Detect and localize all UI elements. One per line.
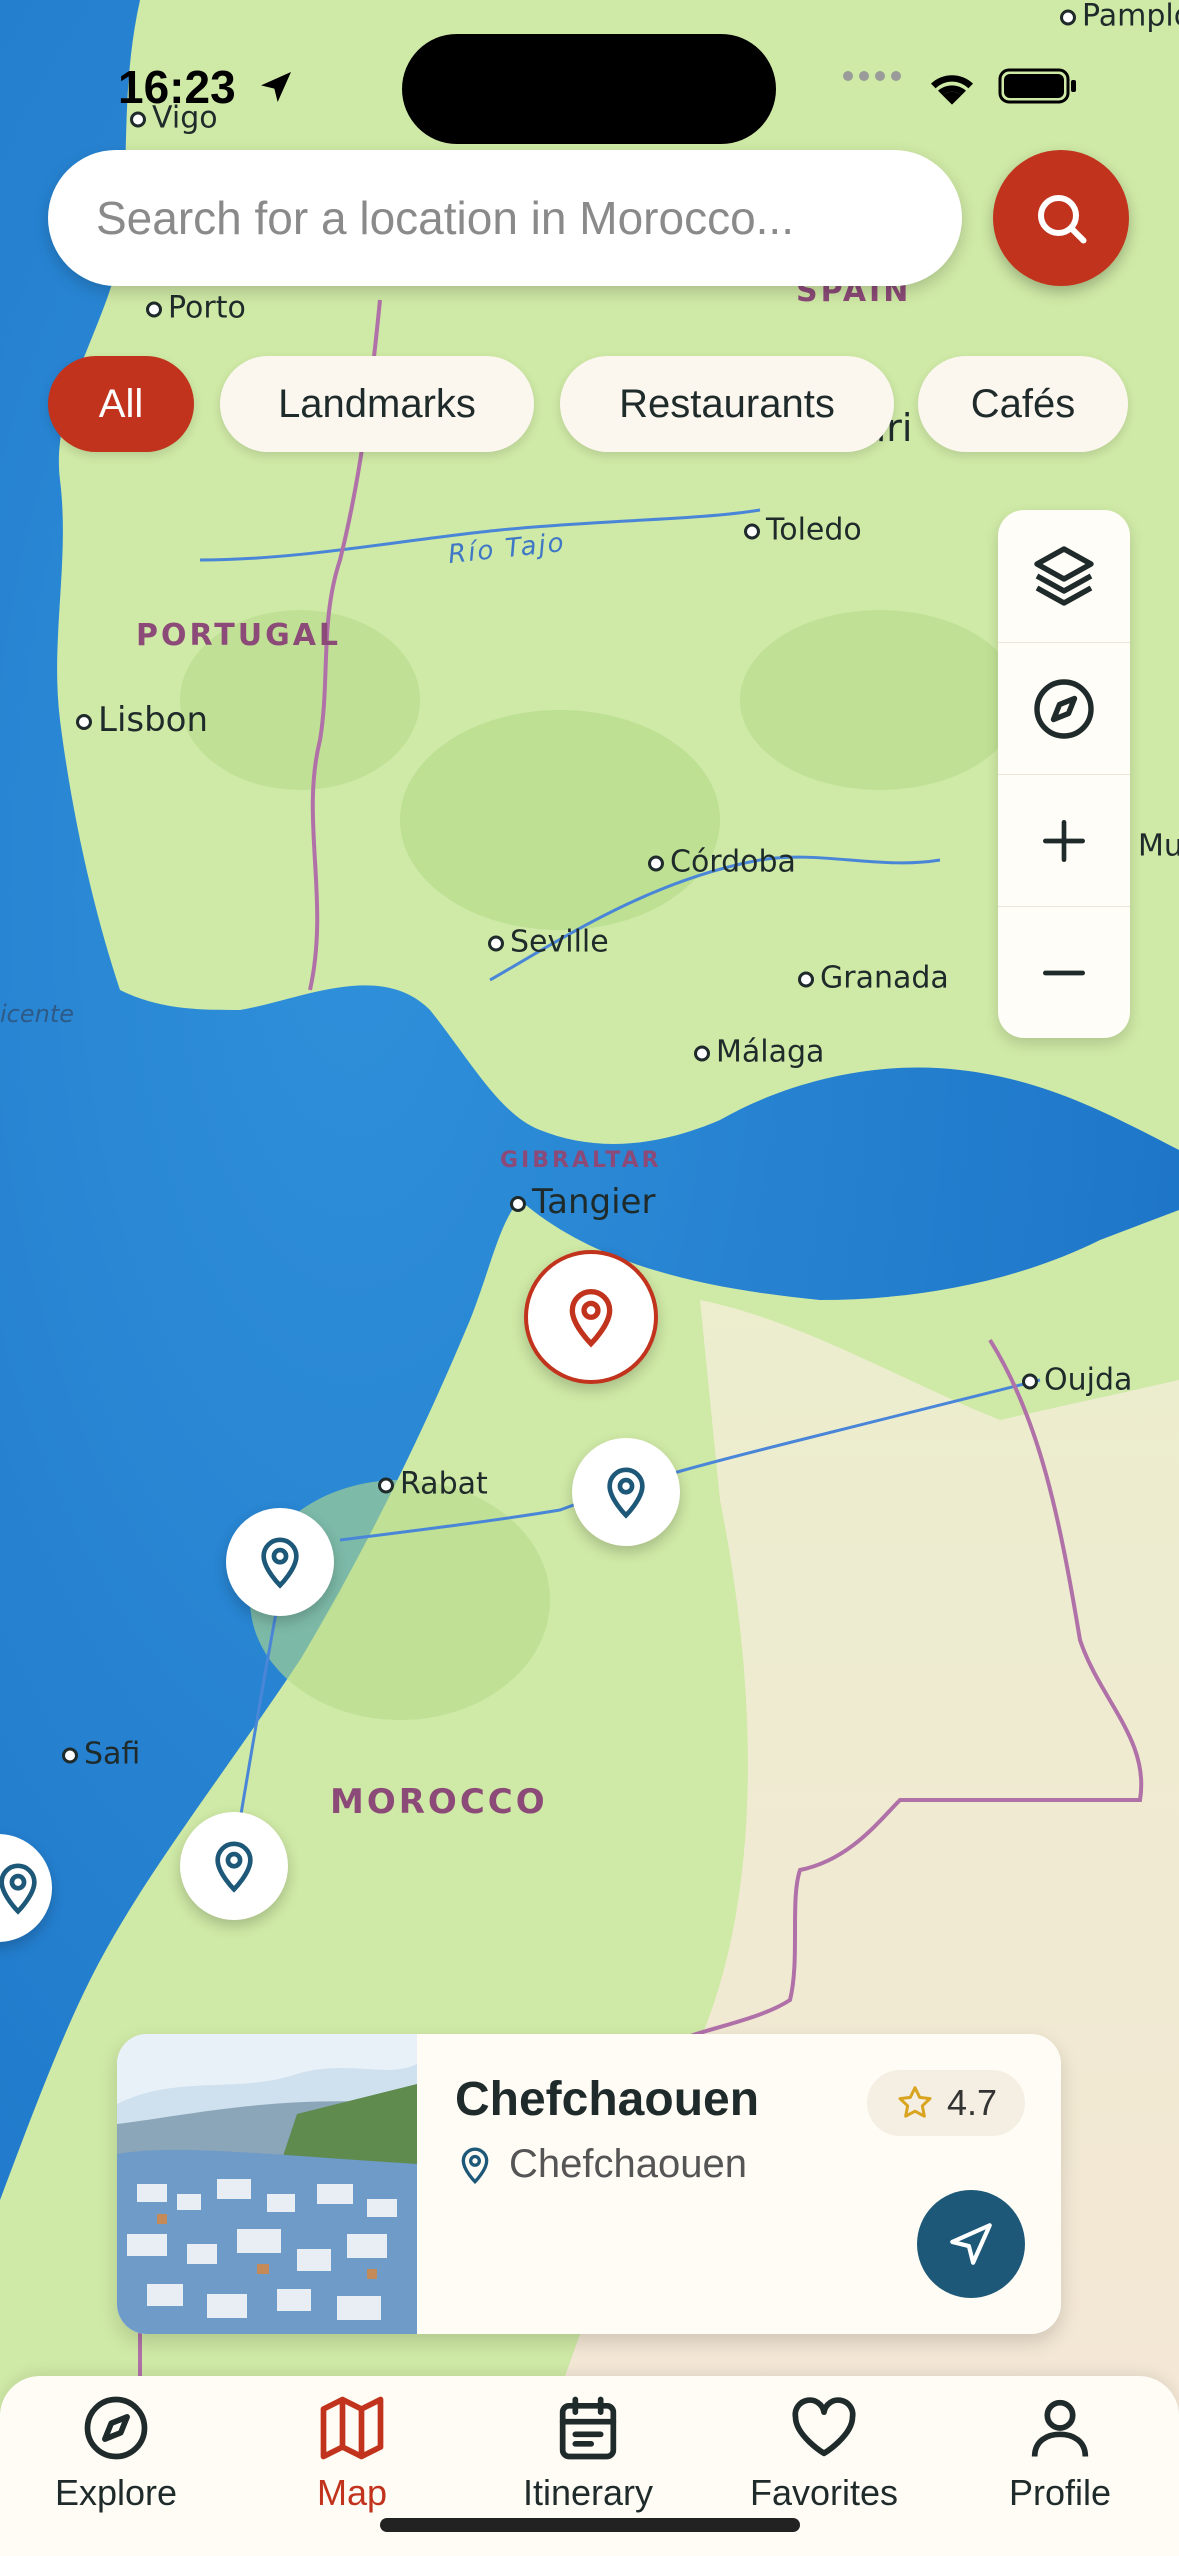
filter-chip-landmarks[interactable]: Landmarks bbox=[220, 356, 534, 452]
tab-explore[interactable]: Explore bbox=[16, 2390, 216, 2530]
location-pin-icon bbox=[0, 1863, 37, 1915]
compass-icon bbox=[84, 2396, 148, 2460]
city-label-cordoba: Córdoba bbox=[648, 845, 796, 880]
map-pin[interactable] bbox=[226, 1508, 334, 1616]
home-indicator bbox=[380, 2518, 800, 2532]
rating-value: 4.7 bbox=[946, 2082, 998, 2123]
tab-label: Favorites bbox=[749, 2472, 899, 2513]
map-pin-selected[interactable] bbox=[524, 1250, 658, 1384]
city-label-malaga: Málaga bbox=[694, 1035, 824, 1070]
location-pin-icon bbox=[607, 1467, 645, 1519]
place-location: Chefchaouen bbox=[455, 2142, 747, 2187]
city-label-safi: Safi bbox=[62, 1737, 140, 1772]
user-icon bbox=[1031, 2399, 1089, 2457]
rating-badge: 4.7 bbox=[867, 2070, 1025, 2136]
map-icon bbox=[320, 2396, 384, 2460]
search-bar[interactable]: Search for a location in Morocco... bbox=[48, 150, 962, 286]
place-title: Chefchaouen bbox=[455, 2073, 760, 2126]
heart-icon bbox=[792, 2397, 856, 2457]
city-label-toledo: Toledo bbox=[744, 513, 862, 548]
filter-chip-cafes[interactable]: Cafés bbox=[918, 356, 1128, 452]
battery-icon bbox=[998, 66, 1078, 111]
location-pin-icon bbox=[569, 1289, 613, 1348]
zoom-in-button[interactable] bbox=[998, 774, 1130, 907]
place-card[interactable]: Chefchaouen Chefchaouen 4.7 bbox=[117, 2034, 1061, 2334]
tab-label: Profile bbox=[1008, 2472, 1112, 2513]
navigation-arrow-icon bbox=[950, 2223, 992, 2265]
star-icon bbox=[898, 2086, 932, 2118]
country-label-gibraltar: GIBRALTAR bbox=[500, 1148, 662, 1173]
location-pin-icon bbox=[261, 1537, 299, 1589]
city-label-lisbon: Lisbon bbox=[76, 700, 208, 740]
city-label-seville: Seville bbox=[488, 925, 609, 960]
tab-favorites[interactable]: Favorites bbox=[724, 2390, 924, 2530]
search-input[interactable]: Search for a location in Morocco... bbox=[96, 150, 794, 286]
city-label-rabat: Rabat bbox=[378, 1467, 488, 1502]
country-label-portugal: PORTUGAL bbox=[136, 618, 342, 653]
search-icon bbox=[1038, 195, 1087, 244]
cape-label: icente bbox=[0, 1000, 75, 1028]
status-time: 16:23 bbox=[118, 60, 296, 114]
location-pin-icon bbox=[461, 2147, 489, 2184]
city-label-granada: Granada bbox=[798, 961, 949, 996]
place-location-text: Chefchaouen bbox=[509, 2142, 747, 2186]
compass-icon bbox=[1034, 679, 1094, 739]
tab-itinerary[interactable]: Itinerary bbox=[488, 2390, 688, 2530]
dynamic-island bbox=[402, 34, 776, 144]
city-label-pamplona: Pamplo bbox=[1060, 0, 1179, 34]
layers-icon bbox=[1034, 546, 1094, 606]
city-label-porto: Porto bbox=[146, 291, 246, 326]
zoom-out-button[interactable] bbox=[998, 906, 1130, 1039]
filter-chip-restaurants[interactable]: Restaurants bbox=[560, 356, 894, 452]
map-pin[interactable] bbox=[572, 1438, 680, 1546]
tab-label: Itinerary bbox=[522, 2472, 654, 2513]
tab-label: Explore bbox=[54, 2472, 178, 2513]
wifi-icon bbox=[924, 64, 980, 113]
map-controls bbox=[998, 510, 1130, 1038]
city-label-murcia: Mu bbox=[1138, 828, 1179, 864]
zoom-out-icon bbox=[1043, 970, 1085, 976]
place-photo bbox=[117, 2034, 417, 2334]
calendar-icon bbox=[559, 2396, 617, 2460]
layers-button[interactable] bbox=[998, 510, 1130, 642]
tab-label: Map bbox=[316, 2472, 388, 2513]
filter-chip-all[interactable]: All bbox=[48, 356, 194, 452]
search-button[interactable] bbox=[993, 150, 1129, 286]
location-pin-icon bbox=[215, 1841, 253, 1893]
signal-icon bbox=[842, 66, 904, 91]
tab-profile[interactable]: Profile bbox=[960, 2390, 1160, 2530]
navigate-button[interactable] bbox=[917, 2190, 1025, 2298]
zoom-in-icon bbox=[1043, 820, 1085, 862]
compass-button[interactable] bbox=[998, 642, 1130, 775]
map-pin[interactable] bbox=[180, 1812, 288, 1920]
city-label-tangier: Tangier bbox=[510, 1182, 655, 1222]
tab-map[interactable]: Map bbox=[252, 2390, 452, 2530]
country-label-morocco: MOROCCO bbox=[330, 1782, 548, 1822]
location-arrow-icon bbox=[261, 72, 292, 102]
city-label-oujda: Oujda bbox=[1022, 1363, 1132, 1398]
